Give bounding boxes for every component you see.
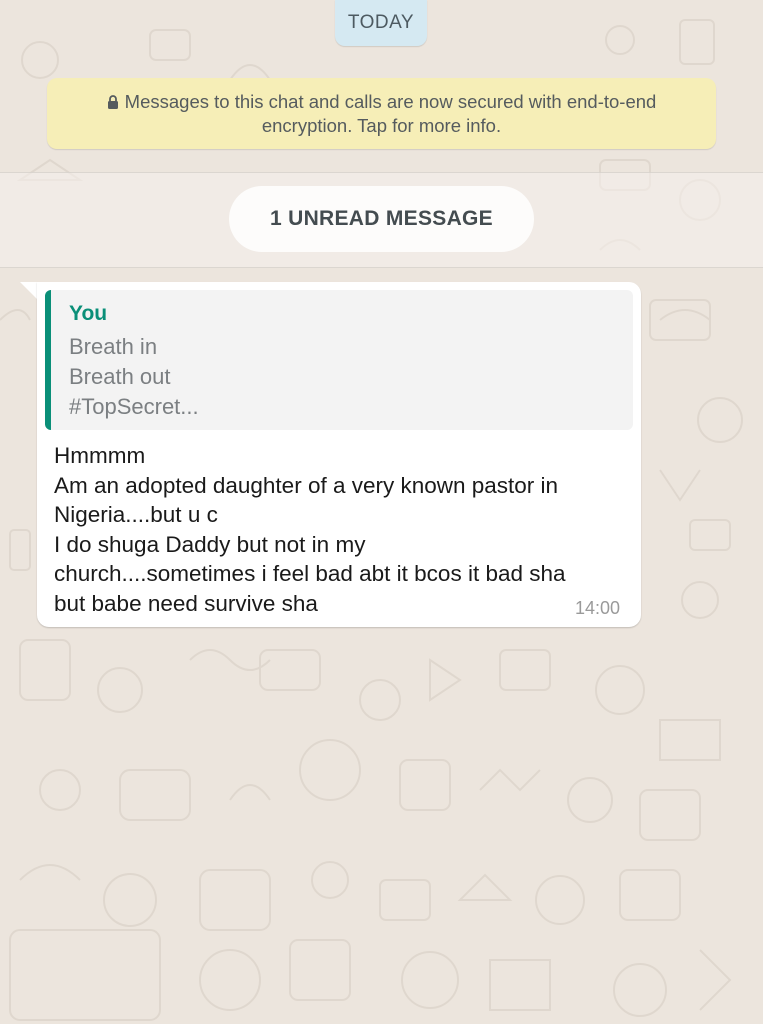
- message-line: church....sometimes i feel bad abt it bc…: [54, 561, 566, 586]
- quoted-message[interactable]: You Breath in Breath out #TopSecret...: [45, 290, 633, 430]
- message-line: Nigeria....but u c: [54, 502, 218, 527]
- quoted-line: #TopSecret...: [69, 394, 199, 419]
- message-line: I do shuga Daddy but not in my: [54, 531, 366, 557]
- unread-messages-divider: 1 UNREAD MESSAGE: [229, 186, 534, 252]
- message-bubble-tail: [20, 282, 38, 300]
- message-line: but babe need survive sha: [54, 590, 318, 616]
- date-chip: TODAY: [335, 0, 427, 46]
- quoted-author: You: [69, 302, 108, 325]
- message-timestamp: 14:00: [575, 598, 621, 618]
- quote-accent-bar: [45, 290, 51, 430]
- encryption-notice[interactable]: Messages to this chat and calls are now …: [47, 78, 716, 149]
- quoted-line: Breath in: [69, 334, 158, 359]
- lock-icon: [107, 94, 118, 109]
- message-text: Hmmmm Am an adopted daughter of a very k…: [54, 441, 624, 618]
- message-line: Hmmmm: [54, 443, 146, 468]
- message-line: Am an adopted daughter of a very known p…: [54, 472, 559, 498]
- quoted-line: Breath out: [69, 364, 171, 389]
- encryption-notice-text: Messages to this chat and calls are now …: [124, 90, 657, 136]
